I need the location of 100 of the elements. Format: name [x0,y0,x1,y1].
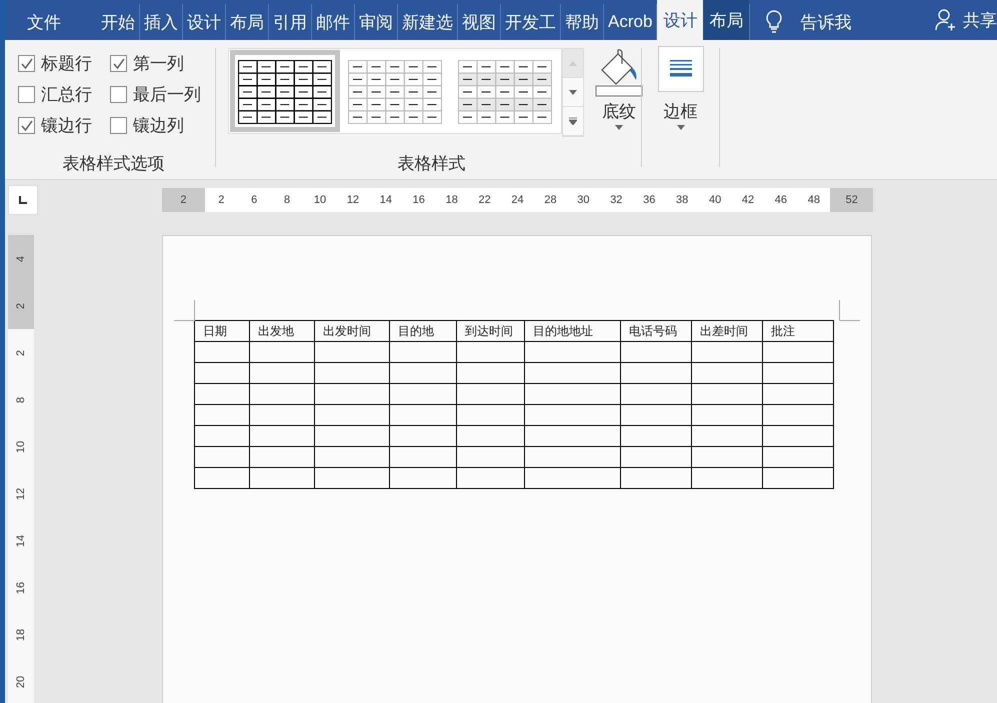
table-cell [194,342,250,362]
table-cell [620,426,692,446]
table-cell [250,426,314,446]
table-cell [194,468,250,488]
table-cell [456,404,524,426]
table-cell [762,404,834,426]
ruler-number: 8 [14,395,28,405]
ruler-number: 12 [346,193,360,208]
ruler-number: 18 [14,627,28,643]
table-cell [620,342,692,362]
table-header-cell: 到达时间 [456,320,524,342]
table-cell [390,446,456,468]
table-cell [250,362,314,384]
table-cell [250,384,314,404]
table-cell [620,446,692,468]
ruler-number: 20 [14,674,28,690]
caret-icon [676,125,684,130]
ribbon-tab[interactable]: 设计 [657,0,704,40]
ruler-number: 2 [162,188,205,212]
checkbox-label: 汇总行 [41,84,92,106]
crop-mark [174,300,195,321]
ruler-number: 30 [576,193,591,208]
ruler-number: 24 [510,193,525,208]
ruler-number: 40 [708,193,722,208]
ruler-number: 2 [14,348,28,358]
up-arrow-icon [569,60,577,66]
table-cell [692,404,762,426]
table-cell [250,446,314,468]
checkbox[interactable] [110,55,127,72]
ruler-number: 14 [378,193,393,208]
gallery-more-button[interactable] [563,107,583,136]
ruler-number: 36 [642,193,656,208]
table-cell [456,342,524,362]
tell-me-label[interactable]: 告诉我 [800,10,852,34]
table-cell [194,362,250,384]
ruler-number: 4 [8,235,34,282]
ruler-number: 22 [478,193,492,208]
ruler-number: 10 [14,439,28,455]
checkbox[interactable] [18,55,35,72]
table-cell [692,342,762,362]
table-cell [456,384,524,404]
caret-icon [615,125,623,130]
table-cell [692,426,762,446]
ribbon-tab[interactable]: 布局 [703,0,750,40]
table-cell [762,384,834,404]
borders-button[interactable]: 边框 [648,46,713,130]
checkbox[interactable] [110,86,127,103]
down-arrow-icon [569,90,577,94]
table-cell [194,426,250,446]
table-cell [390,342,456,362]
table-cell [762,446,834,468]
checkbox-label: 标题行 [41,53,92,75]
table-cell [456,362,524,384]
ribbon-tab[interactable]: 文件 [5,4,97,40]
crop-mark [839,300,860,321]
checkbox[interactable] [18,117,35,134]
shading-button[interactable]: 底纹 [594,48,644,130]
table-cell [762,362,834,384]
share-button[interactable]: 共享 [963,8,997,32]
borders-icon [668,59,692,79]
table-cell [692,446,762,468]
ruler-number: 16 [412,193,426,208]
tab-stop-selector[interactable] [8,185,38,215]
ruler-number: 28 [543,193,558,208]
table-header-cell: 出发地 [250,320,314,342]
table-cell [620,468,692,488]
gallery-down-button[interactable] [563,78,583,107]
table-cell [620,384,692,404]
table-cell [390,404,456,426]
table-header-cell: 目的地 [390,320,456,342]
paint-bucket-icon [594,48,644,98]
checkbox-label: 镶边行 [41,115,92,137]
table-cell [762,342,834,362]
table-cell [456,468,524,488]
ruler-number: 14 [14,533,28,549]
ruler-number: 42 [740,193,756,208]
checkbox[interactable] [110,117,127,134]
ruler-number: 48 [806,193,821,208]
table-header-cell: 出差时间 [692,320,762,342]
left-tab-icon [18,195,28,205]
table-style-thumbnail[interactable] [230,50,340,132]
ruler-number: 52 [830,188,874,212]
group-label: 表格样式 [396,153,466,175]
ruler-number: 8 [283,193,292,208]
table-cell [620,404,692,426]
checkbox[interactable] [18,86,35,103]
ruler-number: 6 [250,193,258,208]
table-cell [762,468,834,488]
table-cell [692,362,762,384]
ruler-number: 2 [8,282,34,329]
table-cell [390,362,456,384]
table-cell [762,426,834,446]
table-header-cell: 出发时间 [314,320,390,342]
person-add-icon [935,8,957,32]
table-cell [692,384,762,404]
ruler-number: 12 [14,486,28,502]
table-header-cell: 批注 [762,320,834,342]
ruler-number: 16 [14,580,28,596]
expand-icon [569,117,577,125]
ruler-number: 46 [774,193,788,208]
